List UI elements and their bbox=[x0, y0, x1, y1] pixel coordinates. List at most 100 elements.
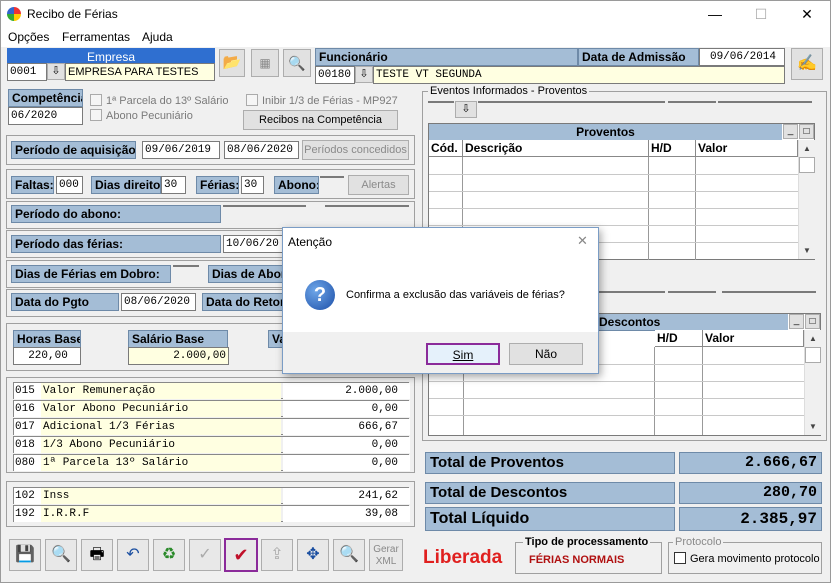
evento-ref-field[interactable] bbox=[668, 101, 716, 103]
menu-bar: Opções Ferramentas Ajuda bbox=[1, 28, 830, 47]
desconto-desc-field[interactable] bbox=[591, 291, 665, 293]
window-title: Recibo de Férias bbox=[27, 7, 118, 21]
scroll-down-icon[interactable]: ▼ bbox=[799, 242, 815, 259]
check-disabled-icon[interactable]: ✓ bbox=[189, 539, 221, 571]
abono-field[interactable] bbox=[320, 176, 344, 178]
export-icon[interactable]: ⇪ bbox=[261, 539, 293, 571]
col-valor[interactable]: Valor bbox=[703, 330, 804, 347]
col-hd[interactable]: H/D bbox=[655, 330, 703, 347]
dias-dobro-field[interactable] bbox=[173, 265, 199, 267]
admissao-field: 09/06/2014 bbox=[699, 48, 785, 66]
evento-lookup-button[interactable]: ⇩ bbox=[455, 101, 477, 118]
scroll-thumb[interactable] bbox=[799, 157, 815, 173]
confirm-check-icon[interactable]: ✔ bbox=[224, 538, 258, 572]
table-row: 018 1/3 Abono Pecuniário 0,00 bbox=[13, 436, 410, 453]
alertas-button[interactable]: Alertas bbox=[348, 175, 409, 195]
funcionario-code-field[interactable]: 00180 bbox=[315, 66, 355, 84]
aquisicao-inicio-field[interactable]: 09/06/2019 bbox=[142, 141, 220, 159]
grid-minimize-icon[interactable]: _ bbox=[789, 314, 804, 329]
competencia-label: Competência bbox=[8, 89, 83, 107]
menu-ferramentas[interactable]: Ferramentas bbox=[62, 30, 130, 44]
col-valor[interactable]: Valor bbox=[696, 140, 798, 157]
pgto-field[interactable]: 08/06/2020 bbox=[121, 293, 196, 311]
dialog-message: Confirma a exclusão das variáveis de fér… bbox=[346, 289, 565, 301]
proventos-grid-title: Proventos bbox=[429, 124, 782, 141]
menu-opcoes[interactable]: Opções bbox=[8, 30, 49, 44]
periodo-ferias-inicio[interactable]: 10/06/20 bbox=[223, 235, 285, 253]
dialog-title: Atenção bbox=[288, 235, 333, 249]
ferias-field[interactable]: 30 bbox=[241, 176, 264, 194]
dialog-close-icon[interactable]: ✕ bbox=[577, 233, 588, 249]
liberada-status: Liberada bbox=[423, 547, 503, 568]
periodo-abono-label: Período do abono: bbox=[11, 205, 221, 223]
horas-base-label: Horas Base bbox=[13, 330, 81, 348]
dias-direito-label: Dias direito: bbox=[91, 176, 161, 194]
scroll-thumb[interactable] bbox=[805, 347, 821, 363]
col-cod[interactable]: Cód. bbox=[429, 140, 463, 157]
print-icon[interactable]: 🖶 bbox=[81, 539, 113, 571]
close-button[interactable]: ✕ bbox=[784, 1, 830, 28]
recibos-competencia-button[interactable]: Recibos na Competência bbox=[243, 110, 398, 130]
funcionario-name-field[interactable]: TESTE VT SEGUNDA bbox=[373, 66, 785, 84]
scroll-up-icon[interactable]: ▲ bbox=[805, 330, 821, 347]
table-row: 016 Valor Abono Pecuniário 0,00 bbox=[13, 400, 410, 417]
recycle-bin-icon[interactable]: ♻ bbox=[153, 539, 185, 571]
maximize-button[interactable]: ☐ bbox=[738, 1, 784, 28]
total-descontos-label: Total de Descontos bbox=[425, 482, 675, 504]
protocolo-checkbox[interactable]: Gera movimento protocolo bbox=[674, 552, 820, 565]
navigate-icon[interactable]: ✥ bbox=[297, 539, 329, 571]
menu-ajuda[interactable]: Ajuda bbox=[142, 30, 173, 44]
gerar-xml-button[interactable]: Gerar XML bbox=[369, 539, 403, 571]
proventos-scrollbar[interactable]: ▲ ▼ bbox=[798, 140, 815, 259]
table-row: 015 Valor Remuneração 2.000,00 bbox=[13, 382, 410, 399]
sim-button[interactable]: Sim bbox=[426, 343, 500, 365]
periodo-abono-fim[interactable] bbox=[325, 205, 409, 207]
employee-card-icon[interactable]: ✍ bbox=[791, 48, 823, 80]
empresa-name-field[interactable]: EMPRESA PARA TESTES bbox=[65, 63, 215, 81]
faltas-field[interactable]: 000 bbox=[56, 176, 83, 194]
scroll-down-icon[interactable]: ▼ bbox=[805, 418, 821, 435]
periodo-abono-inicio[interactable] bbox=[223, 205, 306, 207]
desconto-valor-field[interactable] bbox=[722, 291, 816, 293]
grid-minimize-icon[interactable]: _ bbox=[783, 124, 798, 139]
col-descricao[interactable]: Descrição bbox=[463, 140, 649, 157]
funcionario-lookup-button[interactable]: ⇩ bbox=[355, 66, 373, 83]
grid-maximize-icon[interactable]: □ bbox=[799, 124, 814, 139]
search-icon[interactable]: 🔍 bbox=[45, 539, 77, 571]
evento-valor-field[interactable] bbox=[718, 101, 812, 103]
chk-inibir-terco[interactable]: Inibir 1/3 de Férias - MP927 bbox=[246, 94, 398, 107]
save-icon[interactable]: 💾 bbox=[9, 539, 41, 571]
total-proventos-label: Total de Proventos bbox=[425, 452, 675, 474]
descontos-scrollbar[interactable]: ▲ ▼ bbox=[804, 330, 821, 435]
aquisicao-fim-field[interactable]: 08/06/2020 bbox=[224, 141, 299, 159]
chk-abono-pecuniario[interactable]: Abono Pecuniário bbox=[90, 109, 193, 122]
empresa-code-field[interactable]: 0001 bbox=[7, 63, 47, 81]
horas-base-field: 220,00 bbox=[13, 347, 81, 365]
chk-parcela-13[interactable]: 1ª Parcela do 13º Salário bbox=[90, 94, 228, 107]
desconto-ref-field[interactable] bbox=[668, 291, 716, 293]
search-document-icon[interactable]: 🔍 bbox=[283, 49, 311, 77]
empresa-lookup-button[interactable]: ⇩ bbox=[47, 63, 65, 80]
minimize-button[interactable]: — bbox=[692, 1, 738, 28]
periodos-concedidos-button[interactable]: Períodos concedidos bbox=[302, 140, 409, 160]
zoom-disabled-icon[interactable]: 🔍 bbox=[333, 539, 365, 571]
evento-desc-field[interactable] bbox=[478, 101, 665, 103]
competencia-field[interactable]: 06/2020 bbox=[8, 107, 83, 125]
dias-direito-field[interactable]: 30 bbox=[161, 176, 186, 194]
undo-icon[interactable]: ↶ bbox=[117, 539, 149, 571]
total-liquido-label: Total Líquido bbox=[425, 507, 675, 531]
funcionario-label: Funcionário bbox=[315, 48, 578, 66]
calculator-icon[interactable]: ▦ bbox=[251, 49, 279, 77]
scroll-up-icon[interactable]: ▲ bbox=[799, 140, 815, 157]
aquisicao-label: Período de aquisição: bbox=[11, 141, 136, 159]
pgto-label: Data do Pgto bbox=[11, 293, 119, 311]
faltas-label: Faltas: bbox=[11, 176, 54, 194]
col-hd[interactable]: H/D bbox=[649, 140, 696, 157]
app-icon bbox=[7, 7, 21, 21]
open-folder-icon[interactable]: 📂 bbox=[219, 49, 245, 77]
total-descontos-value: 280,70 bbox=[679, 482, 822, 504]
grid-maximize-icon[interactable]: □ bbox=[805, 314, 820, 329]
total-proventos-value: 2.666,67 bbox=[679, 452, 822, 474]
evento-code-field[interactable] bbox=[428, 101, 454, 103]
nao-button[interactable]: Não bbox=[509, 343, 583, 365]
